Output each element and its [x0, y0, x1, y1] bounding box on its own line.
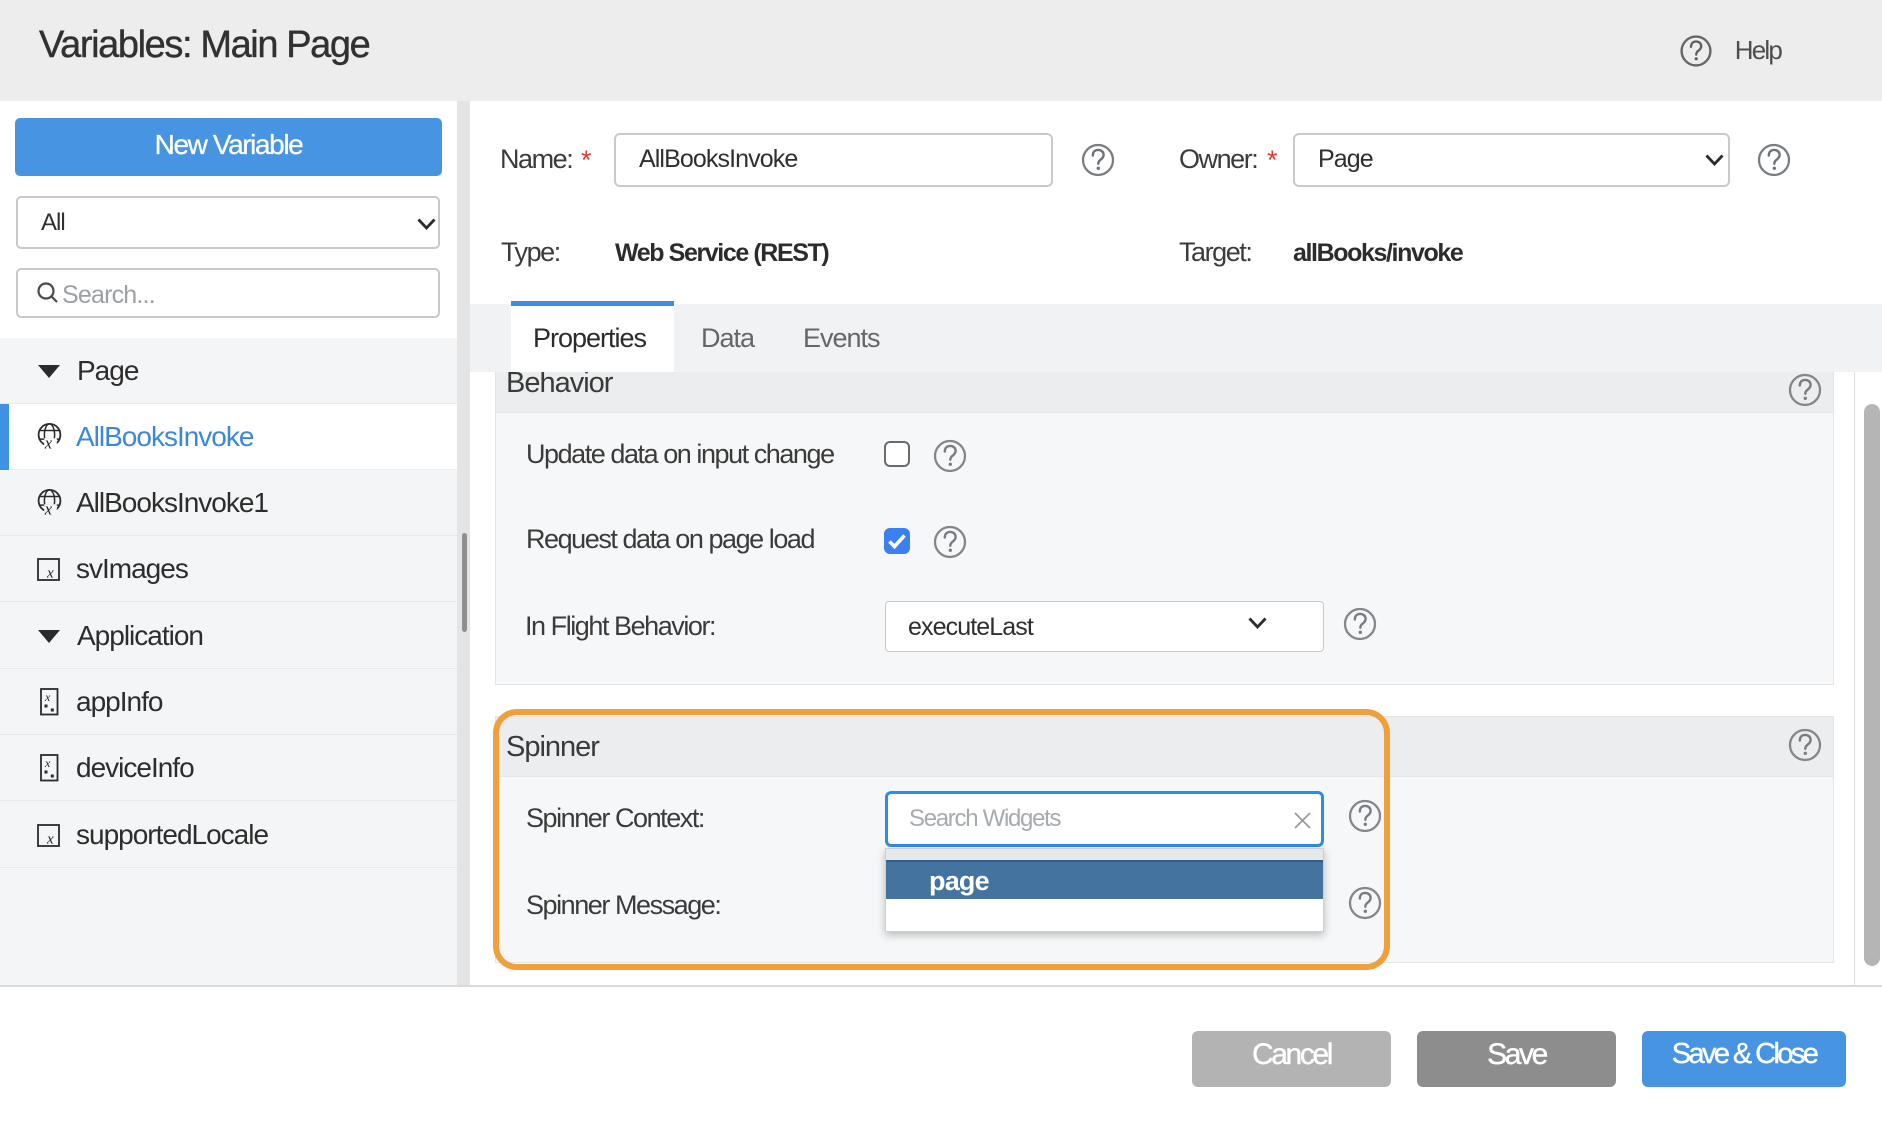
svg-text:x: x — [44, 690, 51, 704]
svg-text:x: x — [44, 756, 51, 770]
svg-text:x: x — [46, 566, 54, 582]
svg-text:x: x — [46, 832, 54, 848]
